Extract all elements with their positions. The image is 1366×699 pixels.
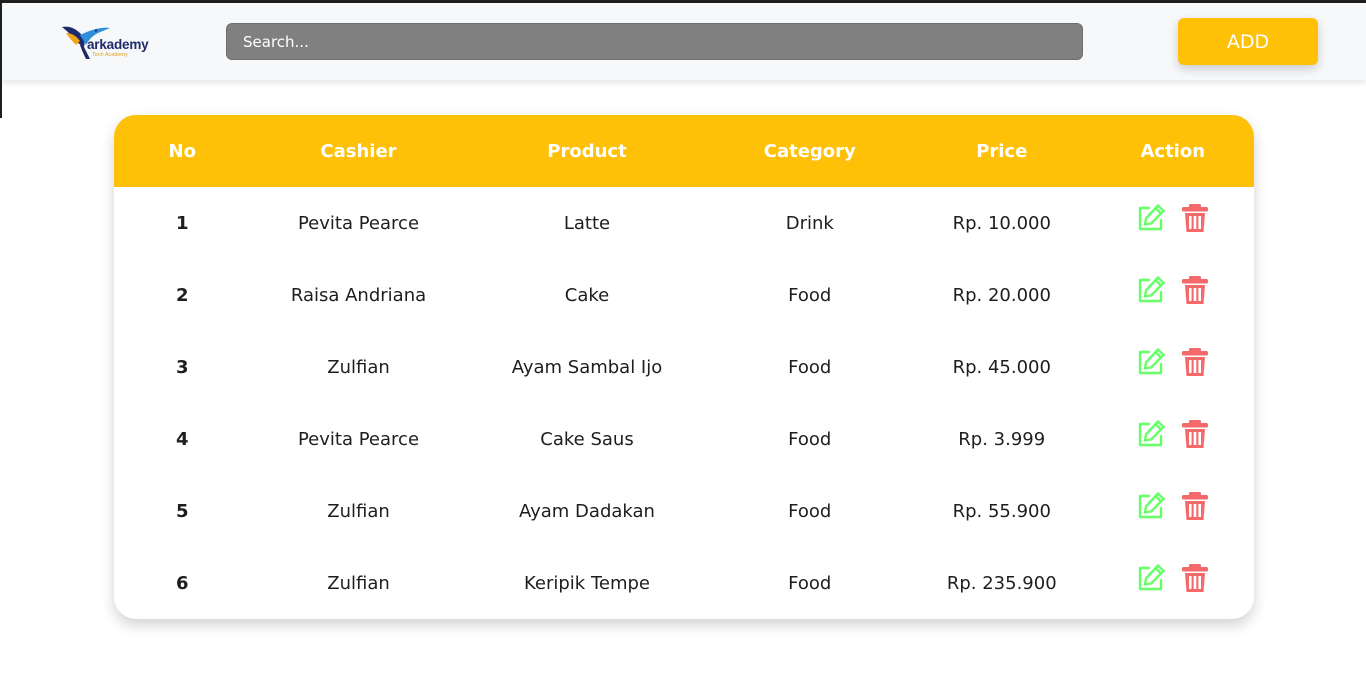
column-header-product: Product — [547, 140, 627, 162]
product-cell: Ayam Sambal Ijo — [511, 356, 663, 378]
table-row: 3 Zulfian Ayam Sambal Ijo Food Rp. 45.000 — [114, 331, 1254, 403]
table-row: 1 Pevita Pearce Latte Drink Rp. 10.000 — [114, 187, 1254, 259]
transactions-table: No Cashier Product Category Price Action… — [114, 115, 1254, 619]
cashier-cell: Pevita Pearce — [297, 428, 420, 450]
product-cell: Latte — [563, 212, 611, 234]
price-cell: Rp. 20.000 — [952, 284, 1051, 306]
column-header-action: Action — [1140, 140, 1206, 162]
category-cell: Food — [788, 428, 832, 450]
action-cell — [1092, 331, 1255, 403]
row-actions — [1135, 274, 1211, 306]
row-actions — [1135, 418, 1211, 450]
action-cell — [1092, 259, 1255, 331]
row-number: 4 — [175, 428, 189, 450]
cashier-cell: Raisa Andriana — [290, 284, 427, 306]
row-actions — [1135, 490, 1211, 522]
table-row: 5 Zulfian Ayam Dadakan Food Rp. 55.900 — [114, 475, 1254, 547]
trash-icon[interactable] — [1179, 562, 1211, 594]
product-cell: Cake — [564, 284, 610, 306]
category-cell: Food — [788, 572, 832, 594]
trash-icon[interactable] — [1179, 346, 1211, 378]
table-row: 4 Pevita Pearce Cake Saus Food Rp. 3.999 — [114, 403, 1254, 475]
row-number: 1 — [175, 212, 189, 234]
brand-logo[interactable]: arkademy Tech Academy — [60, 21, 160, 65]
cashier-cell: Zulfian — [327, 572, 390, 594]
add-button[interactable]: ADD — [1178, 18, 1318, 65]
price-cell: Rp. 45.000 — [952, 356, 1051, 378]
row-number: 6 — [175, 572, 189, 594]
table-row: 2 Raisa Andriana Cake Food Rp. 20.000 — [114, 259, 1254, 331]
category-cell: Food — [788, 284, 832, 306]
cashier-cell: Zulfian — [327, 356, 390, 378]
column-header-no: No — [168, 140, 196, 162]
action-cell — [1092, 475, 1255, 547]
action-cell — [1092, 547, 1255, 619]
edit-icon[interactable] — [1135, 418, 1167, 450]
price-cell: Rp. 10.000 — [952, 212, 1051, 234]
row-number: 3 — [175, 356, 189, 378]
table-body: 1 Pevita Pearce Latte Drink Rp. 10.000 2 Raisa… — [114, 187, 1254, 619]
row-number: 2 — [175, 284, 189, 306]
column-header-price: Price — [976, 140, 1028, 162]
product-cell: Keripik Tempe — [524, 572, 650, 594]
product-cell: Cake Saus — [540, 428, 634, 450]
cashier-cell: Zulfian — [327, 500, 390, 522]
search-input[interactable] — [226, 23, 1083, 60]
category-cell: Food — [788, 356, 832, 378]
row-actions — [1135, 202, 1211, 234]
table-row: 6 Zulfian Keripik Tempe Food Rp. 235.900 — [114, 547, 1254, 619]
edit-icon[interactable] — [1135, 562, 1167, 594]
price-cell: Rp. 3.999 — [958, 428, 1046, 450]
brand-tagline: Tech Academy — [92, 52, 128, 58]
action-cell — [1092, 403, 1255, 475]
table-header-row: No Cashier Product Category Price Action — [114, 115, 1254, 187]
price-cell: Rp. 235.900 — [946, 572, 1057, 594]
edit-icon[interactable] — [1135, 202, 1167, 234]
row-actions — [1135, 346, 1211, 378]
row-number: 5 — [175, 500, 189, 522]
trash-icon[interactable] — [1179, 418, 1211, 450]
column-header-category: Category — [763, 140, 856, 162]
navbar: arkademy Tech Academy ADD — [2, 3, 1366, 80]
edit-icon[interactable] — [1135, 274, 1167, 306]
action-cell — [1092, 187, 1255, 259]
column-header-cashier: Cashier — [320, 140, 397, 162]
cashier-cell: Pevita Pearce — [297, 212, 420, 234]
category-cell: Food — [788, 500, 832, 522]
brand-name: arkademy — [87, 37, 149, 52]
price-cell: Rp. 55.900 — [952, 500, 1051, 522]
trash-icon[interactable] — [1179, 274, 1211, 306]
edit-icon[interactable] — [1135, 490, 1167, 522]
row-actions — [1135, 562, 1211, 594]
category-cell: Drink — [785, 212, 834, 234]
product-cell: Ayam Dadakan — [519, 500, 655, 522]
trash-icon[interactable] — [1179, 202, 1211, 234]
transactions-table-card: No Cashier Product Category Price Action… — [114, 115, 1254, 619]
edit-icon[interactable] — [1135, 346, 1167, 378]
trash-icon[interactable] — [1179, 490, 1211, 522]
